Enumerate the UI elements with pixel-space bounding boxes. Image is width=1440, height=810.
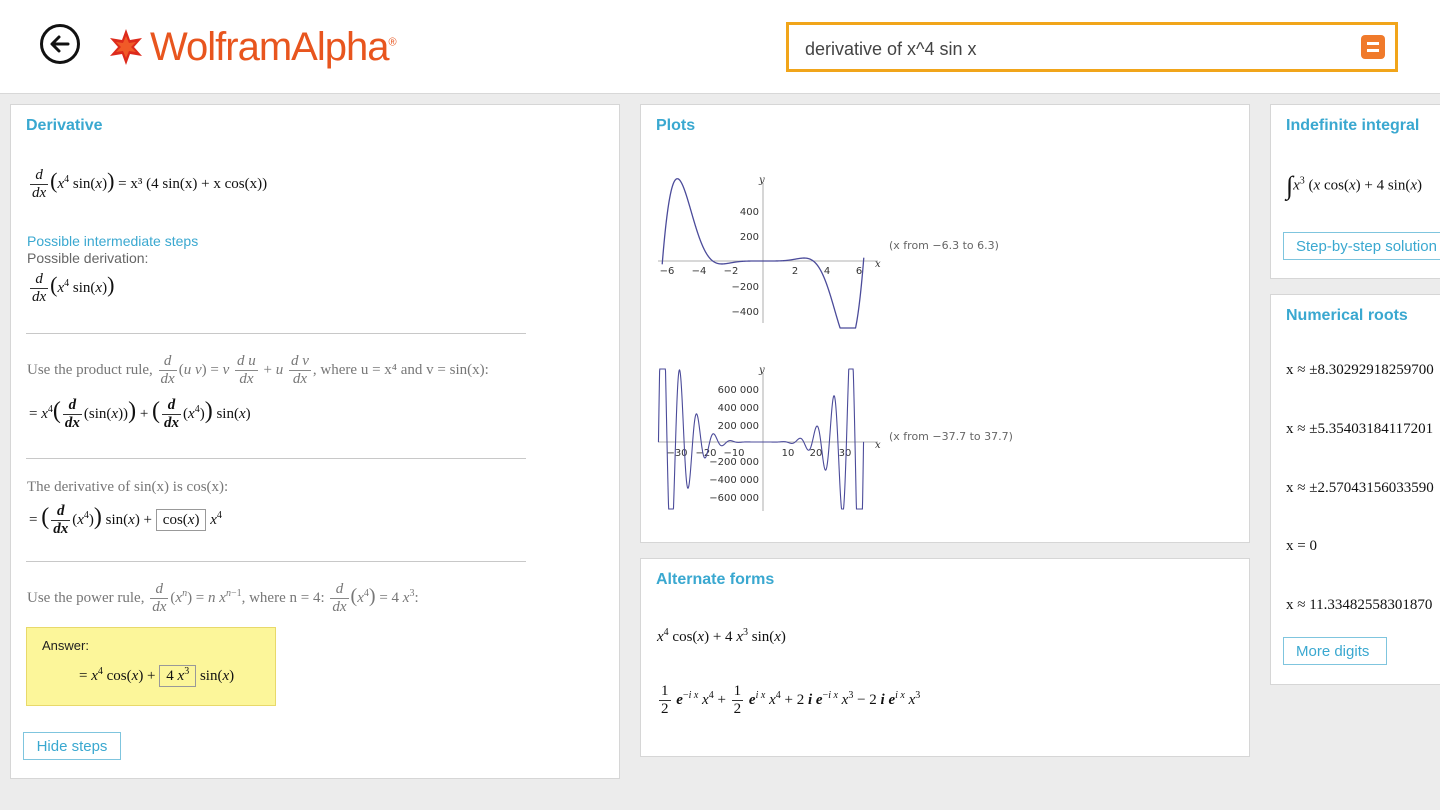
back-arrow-icon	[50, 35, 70, 53]
intermediate-steps-link[interactable]: Possible intermediate steps	[27, 233, 198, 249]
power-rule-text: Use the power rule,	[27, 589, 145, 606]
y-tick: −400	[732, 307, 759, 318]
search-equals-button[interactable]	[1361, 35, 1385, 59]
x-tick: 30	[839, 448, 852, 459]
x-tick: −10	[723, 448, 744, 459]
y-tick: −600 000	[709, 493, 759, 504]
derivation-expression: d dx (x4 sin(x))	[30, 271, 115, 305]
x-tick: 10	[782, 448, 795, 459]
x-tick: −6	[660, 266, 675, 277]
plot-2-range-note: (x from −37.7 to 37.7)	[889, 430, 1013, 443]
pod-title: Derivative	[26, 117, 103, 134]
plot-2: y x 600 000 400 000 200 000 −200 000 −40…	[657, 365, 881, 511]
x-axis-label: x	[875, 259, 881, 270]
plot-1: y x 400 200 −200 −400 −6 −4 −2 2 4 6	[658, 175, 881, 329]
answer-expression: = x4 cos(x) + 4 x3 sin(x)	[79, 665, 234, 687]
x-tick: 20	[810, 448, 823, 459]
y-tick: 400 000	[718, 403, 759, 414]
alternate-form-2: 12 e−i x x4 + 12 ei x x4 + 2 i e−i x x3 …	[659, 683, 921, 717]
y-tick: 200 000	[718, 421, 759, 432]
wolfram-alpha-logo[interactable]: WolframAlpha®	[106, 24, 397, 70]
hide-steps-button[interactable]: Hide steps	[23, 732, 121, 760]
x-tick: −4	[692, 266, 707, 277]
answer-label: Answer:	[42, 638, 89, 653]
x-axis-label: x	[875, 440, 881, 451]
step-by-step-button[interactable]: Step-by-step solution	[1283, 232, 1440, 260]
alternate-form-1: x4 cos(x) + 4 x3 sin(x)	[657, 627, 786, 645]
possible-derivation-label: Possible derivation:	[27, 250, 149, 266]
derivative-result-rhs: = x³ (4 sin(x) + x cos(x))	[118, 175, 268, 192]
pod-title: Alternate forms	[656, 571, 775, 588]
product-rule-where: , where u = x⁴ and v = sin(x):	[312, 361, 489, 378]
plots-pod: Plots y x 400 200 −200 −400 −6 −4 −2 2 4…	[640, 104, 1250, 543]
x-tick: −2	[724, 266, 739, 277]
y-axis-label: y	[758, 175, 765, 186]
divider	[26, 458, 526, 459]
sin-derivative-result: = (d dx (x4)) sin(x) + cos(x) x4	[29, 503, 222, 537]
numerical-roots-pod: Numerical roots x ≈ ±8.30292918259700 x …	[1270, 294, 1440, 685]
product-rule-step: Use the product rule, d dx (u v) = v d u dx…	[27, 353, 489, 387]
root-value: x ≈ ±5.35403184117201	[1286, 421, 1434, 437]
y-tick: 400	[740, 207, 759, 218]
power-rule-step: Use the power rule, d dx (xn) = n xn−1, wh…	[27, 581, 419, 615]
root-value: x ≈ 11.33482558301870	[1286, 597, 1433, 613]
x-tick: 6	[856, 266, 862, 277]
indefinite-integral-pod: Indefinite integral ∫x3 (x cos(x) + 4 si…	[1270, 104, 1440, 279]
root-value: x = 0	[1286, 538, 1317, 554]
back-button[interactable]	[40, 24, 80, 64]
pod-title: Plots	[656, 117, 696, 134]
y-axis-label: y	[758, 365, 765, 376]
power-rule-where: , where n = 4:	[241, 589, 325, 606]
y-tick: −400 000	[709, 475, 759, 486]
divider	[26, 561, 526, 562]
root-value: x ≈ ±2.57043156033590	[1286, 480, 1434, 496]
plot-2-curve	[657, 368, 865, 510]
more-digits-button[interactable]: More digits	[1283, 637, 1387, 665]
pod-title: Numerical roots	[1286, 307, 1408, 324]
integral-expression: ∫x3 (x cos(x) + 4 sin(x)	[1286, 171, 1423, 200]
pod-title: Indefinite integral	[1286, 117, 1420, 134]
alternate-forms-pod: Alternate forms x4 cos(x) + 4 x3 sin(x) …	[640, 558, 1250, 757]
derivative-pod: Derivative d dx (x4 sin(x)) = x³ (4 sin(x)…	[10, 104, 620, 779]
y-tick: 200	[740, 232, 759, 243]
search-input[interactable]	[803, 35, 1347, 63]
answer-box: Answer: = x4 cos(x) + 4 x3 sin(x)	[26, 627, 276, 706]
divider	[26, 333, 526, 334]
product-rule-text: Use the product rule,	[27, 361, 153, 378]
x-tick: 2	[792, 266, 798, 277]
product-rule-result: = x4(d dx (sin(x))) + (d dx (x4)) sin(x)	[29, 397, 251, 431]
derivative-result: d dx (x4 sin(x)) = x³ (4 sin(x) + x cos(x)…	[30, 167, 268, 201]
wolfram-spikey-icon	[110, 29, 142, 65]
y-tick: 600 000	[718, 385, 759, 396]
root-value: x ≈ ±8.30292918259700	[1286, 362, 1434, 378]
sin-derivative-step: The derivative of sin(x) is cos(x):	[27, 479, 229, 495]
y-tick: −200	[732, 282, 759, 293]
x-tick: 4	[824, 266, 830, 277]
plot-1-range-note: (x from −6.3 to 6.3)	[889, 239, 999, 252]
search-box	[786, 22, 1398, 72]
logo-text: WolframAlpha®	[150, 24, 397, 69]
top-bar: WolframAlpha®	[0, 0, 1440, 94]
